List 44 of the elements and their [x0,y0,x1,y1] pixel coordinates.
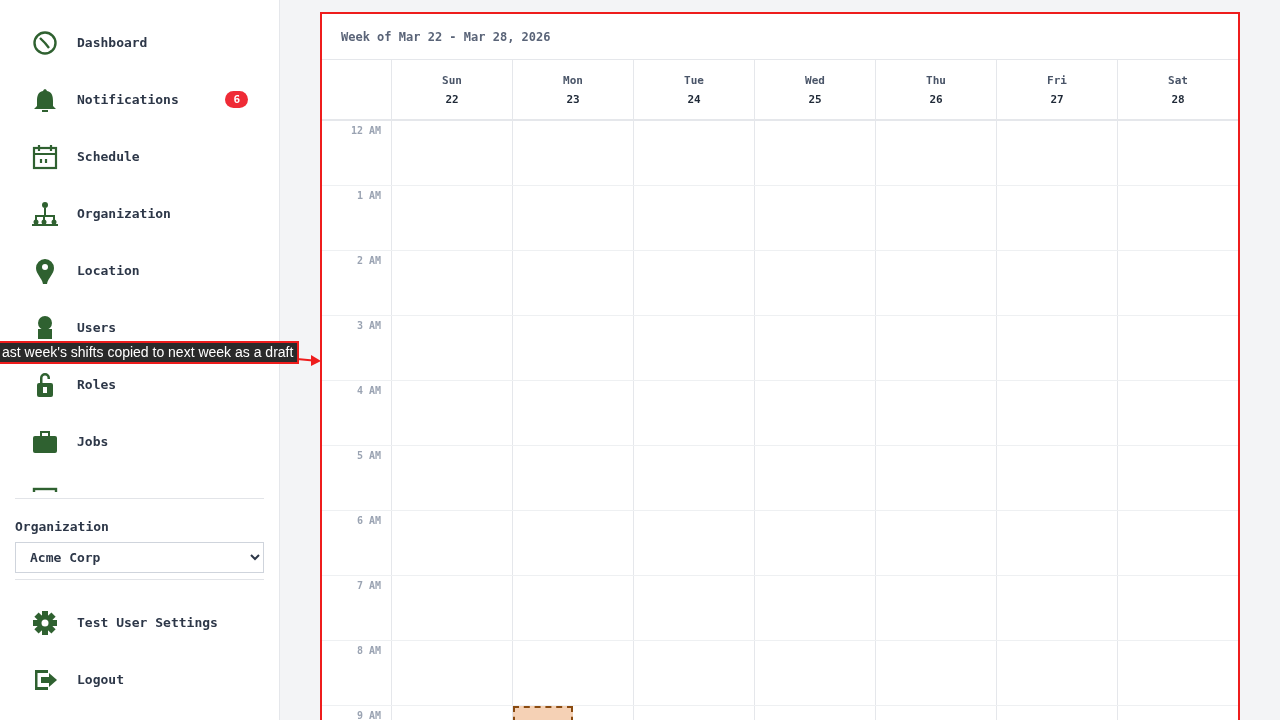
day-name: Wed [805,73,825,87]
day-name: Thu [926,73,946,87]
calendar-title: Week of Mar 22 - Mar 28, 2026 [322,14,1238,60]
day-name: Sun [442,73,462,87]
nav-link[interactable]: Roles [77,377,117,392]
time-label: 3 AM [356,320,381,331]
annotation-label: ast week's shifts copied to next week as a draft [0,341,300,364]
organization-label: Organization [15,519,110,534]
time-label: 9 AM [356,710,381,720]
time-label: 2 AM [356,255,381,266]
time-label: 7 AM [356,580,381,591]
day-date: 24 [687,92,701,106]
nav-link[interactable]: Test User Settings [77,615,218,630]
nav-link[interactable]: Dashboard [77,35,148,50]
time-label: 6 AM [356,515,381,526]
calendar-icon [32,143,58,170]
bell-icon [32,86,58,113]
briefcase-icon [32,428,58,455]
day-date: 25 [808,92,822,106]
nav-link[interactable]: Location [77,263,140,278]
nav-link[interactable]: Notifications [77,92,179,107]
day-date: 27 [1050,92,1064,106]
nav-link[interactable]: Logout [77,672,124,687]
organization-select[interactable]: Acme Corp [15,542,264,573]
day-name: Fri [1047,73,1067,87]
count-badge: 6 [225,91,248,108]
day-name: Sat [1168,73,1188,87]
time-label: 4 AM [356,385,381,396]
day-date: 26 [929,92,943,106]
nav-link[interactable]: Schedule [77,149,140,164]
time-label: 5 AM [356,450,381,461]
time-label: 12 AM [350,125,381,136]
day-name: Tue [684,73,704,87]
org-chart-icon [32,200,58,227]
day-name: Mon [563,73,583,87]
time-label: 1 AM [356,190,381,201]
nav-link[interactable]: Jobs [77,434,109,449]
nav-link[interactable]: Users [77,320,117,335]
gear-icon [32,609,58,636]
day-date: 23 [566,92,580,106]
day-date: 28 [1171,92,1185,106]
time-label: 8 AM [356,645,381,656]
nav-link[interactable]: Organization [77,206,171,221]
day-date: 22 [445,92,459,106]
